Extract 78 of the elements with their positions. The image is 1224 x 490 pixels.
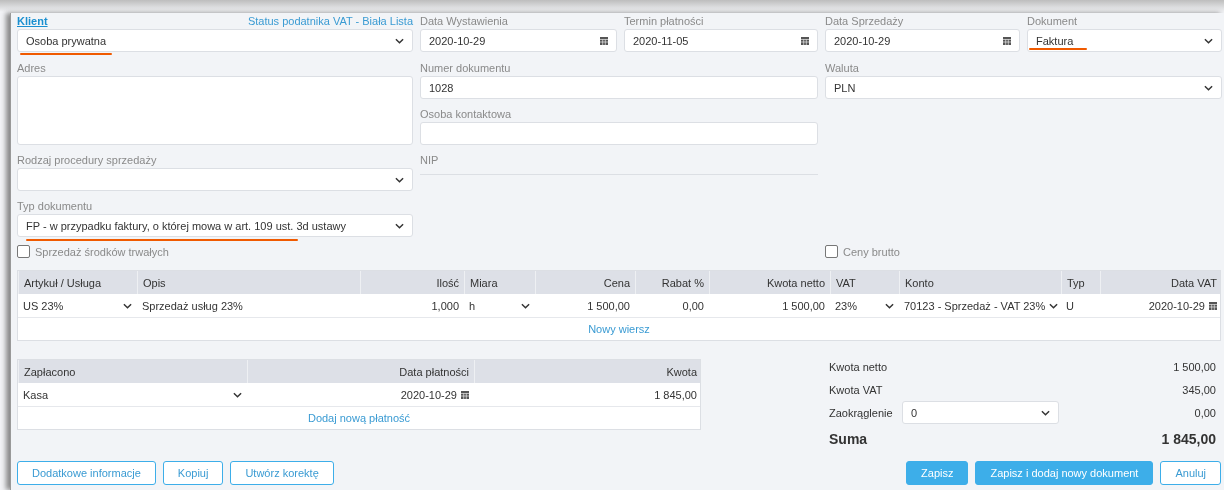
currency-select[interactable]: PLN	[825, 76, 1222, 99]
caret-icon	[521, 302, 530, 309]
summary-value: 1 845,00	[1161, 431, 1216, 447]
caret-icon	[1041, 409, 1050, 416]
calendar-icon	[1003, 36, 1011, 45]
field-label: Rodzaj procedury sprzedaży	[17, 153, 158, 168]
summary-value: 1 500,00	[1173, 360, 1216, 373]
rounding-select[interactable]: 0	[902, 401, 1059, 424]
column-header: Zapłacono	[18, 360, 247, 383]
document-select[interactable]: Faktura	[1027, 29, 1222, 52]
column-header: Ilość	[360, 271, 464, 294]
date-cell[interactable]: 2020-10-29	[247, 383, 474, 406]
column-header: VAT	[830, 271, 899, 294]
contact-person-field[interactable]	[420, 122, 818, 145]
column-header: Cena	[535, 271, 635, 294]
table-cell-text: 0,00	[681, 298, 705, 314]
caret-icon	[233, 391, 242, 398]
column-header: Kwota netto	[709, 271, 830, 294]
summary-label: Suma	[829, 431, 869, 447]
date-field[interactable]: 2020-10-29	[420, 29, 617, 52]
select-cell[interactable]: 23%	[830, 294, 899, 317]
table-cell-text: 1 500,00	[586, 298, 631, 314]
table-cell-text: 1 500,00	[781, 298, 826, 314]
caret-icon	[1049, 302, 1059, 309]
caret-icon	[1204, 84, 1213, 91]
caret-icon	[885, 302, 894, 309]
column-header: Artykuł / Usługa	[18, 271, 137, 294]
column-header: Data VAT	[1100, 271, 1222, 294]
field-label: Typ dokumentu	[17, 199, 94, 214]
summary-value: 345,00	[1182, 383, 1216, 396]
field-label: Waluta	[825, 61, 860, 76]
field-label: Dokument	[1027, 14, 1079, 29]
checkbox[interactable]	[825, 245, 838, 258]
field-label: Data Wystawienia	[420, 14, 509, 29]
summary-label: Kwota VAT	[829, 383, 884, 396]
checkbox-label: Ceny brutto	[843, 245, 900, 258]
column-header: Miara	[464, 271, 535, 294]
field-label: Numer dokumentu	[420, 61, 512, 76]
select-cell[interactable]: 70123 - Sprzedaż - VAT 23%	[899, 294, 1061, 317]
table-cell-text: 1,000	[430, 298, 460, 314]
field-label: Termin płatności	[624, 14, 705, 29]
table-cell-text: Sprzedaż usług 23%	[141, 298, 244, 314]
field-label: Data Sprzedaży	[825, 14, 905, 29]
document-number-field[interactable]: 1028	[420, 76, 818, 99]
calendar-icon	[600, 36, 608, 45]
client-select[interactable]: Osoba prywatna	[17, 29, 413, 52]
caret-icon	[123, 302, 132, 309]
select-cell[interactable]: US 23%	[18, 294, 137, 317]
calendar-icon	[1209, 301, 1217, 310]
field-label: Adres	[17, 61, 47, 76]
column-header: Konto	[899, 271, 1061, 294]
column-header: Typ	[1061, 271, 1100, 294]
summary-label: Kwota netto	[829, 360, 889, 373]
summary-label: Zaokrąglenie	[829, 406, 894, 419]
caret-icon	[395, 222, 404, 229]
calendar-icon	[801, 36, 809, 45]
date-cell[interactable]: 2020-10-29	[1100, 294, 1222, 317]
column-header: Data płatności	[247, 360, 474, 383]
checkbox-label: Sprzedaż środków trwałych	[35, 245, 169, 258]
caret-icon	[395, 37, 404, 44]
date-field[interactable]: 2020-10-29	[825, 29, 1020, 52]
caret-icon	[1204, 37, 1213, 44]
caret-icon	[395, 176, 404, 183]
column-header: Opis	[137, 271, 360, 294]
select-cell[interactable]: h	[464, 294, 535, 317]
table-cell-text: U	[1065, 298, 1075, 314]
field-label: Osoba kontaktowa	[420, 107, 513, 122]
procedure-select[interactable]	[17, 168, 413, 191]
select-cell[interactable]: Kasa	[18, 383, 247, 406]
table-cell-text: 1 845,00	[653, 387, 698, 403]
column-header: Kwota	[474, 360, 702, 383]
summary-value: 0,00	[1194, 406, 1216, 419]
date-field[interactable]: 2020-11-05	[624, 29, 818, 52]
column-header: Rabat %	[635, 271, 709, 294]
checkbox[interactable]	[17, 245, 30, 258]
field-label: NIP	[420, 153, 440, 168]
calendar-icon	[461, 390, 469, 399]
address-field[interactable]	[17, 76, 413, 145]
